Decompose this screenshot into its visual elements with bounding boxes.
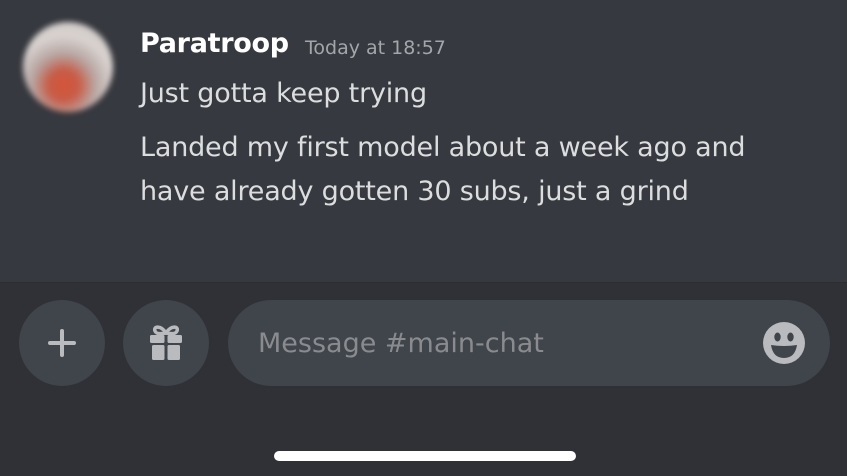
home-indicator[interactable] xyxy=(274,451,576,461)
avatar[interactable] xyxy=(23,22,113,112)
gift-button[interactable] xyxy=(123,300,209,386)
message-list: Paratroop Today at 18:57 Just gotta keep… xyxy=(0,0,847,282)
message-text-line: have already gotten 30 subs, just a grin… xyxy=(140,176,689,207)
message-timestamp: Today at 18:57 xyxy=(305,37,446,59)
plus-icon xyxy=(48,329,76,357)
message-composer[interactable] xyxy=(228,300,830,386)
emoji-icon xyxy=(763,322,805,364)
add-attachment-button[interactable] xyxy=(19,300,105,386)
message-author[interactable]: Paratroop xyxy=(140,28,289,59)
emoji-button[interactable] xyxy=(762,321,806,365)
message-text-line: Just gotta keep trying xyxy=(140,78,427,109)
message-input[interactable] xyxy=(258,300,738,386)
gift-icon xyxy=(150,325,182,360)
message-text-line: Landed my first model about a week ago a… xyxy=(140,132,746,163)
